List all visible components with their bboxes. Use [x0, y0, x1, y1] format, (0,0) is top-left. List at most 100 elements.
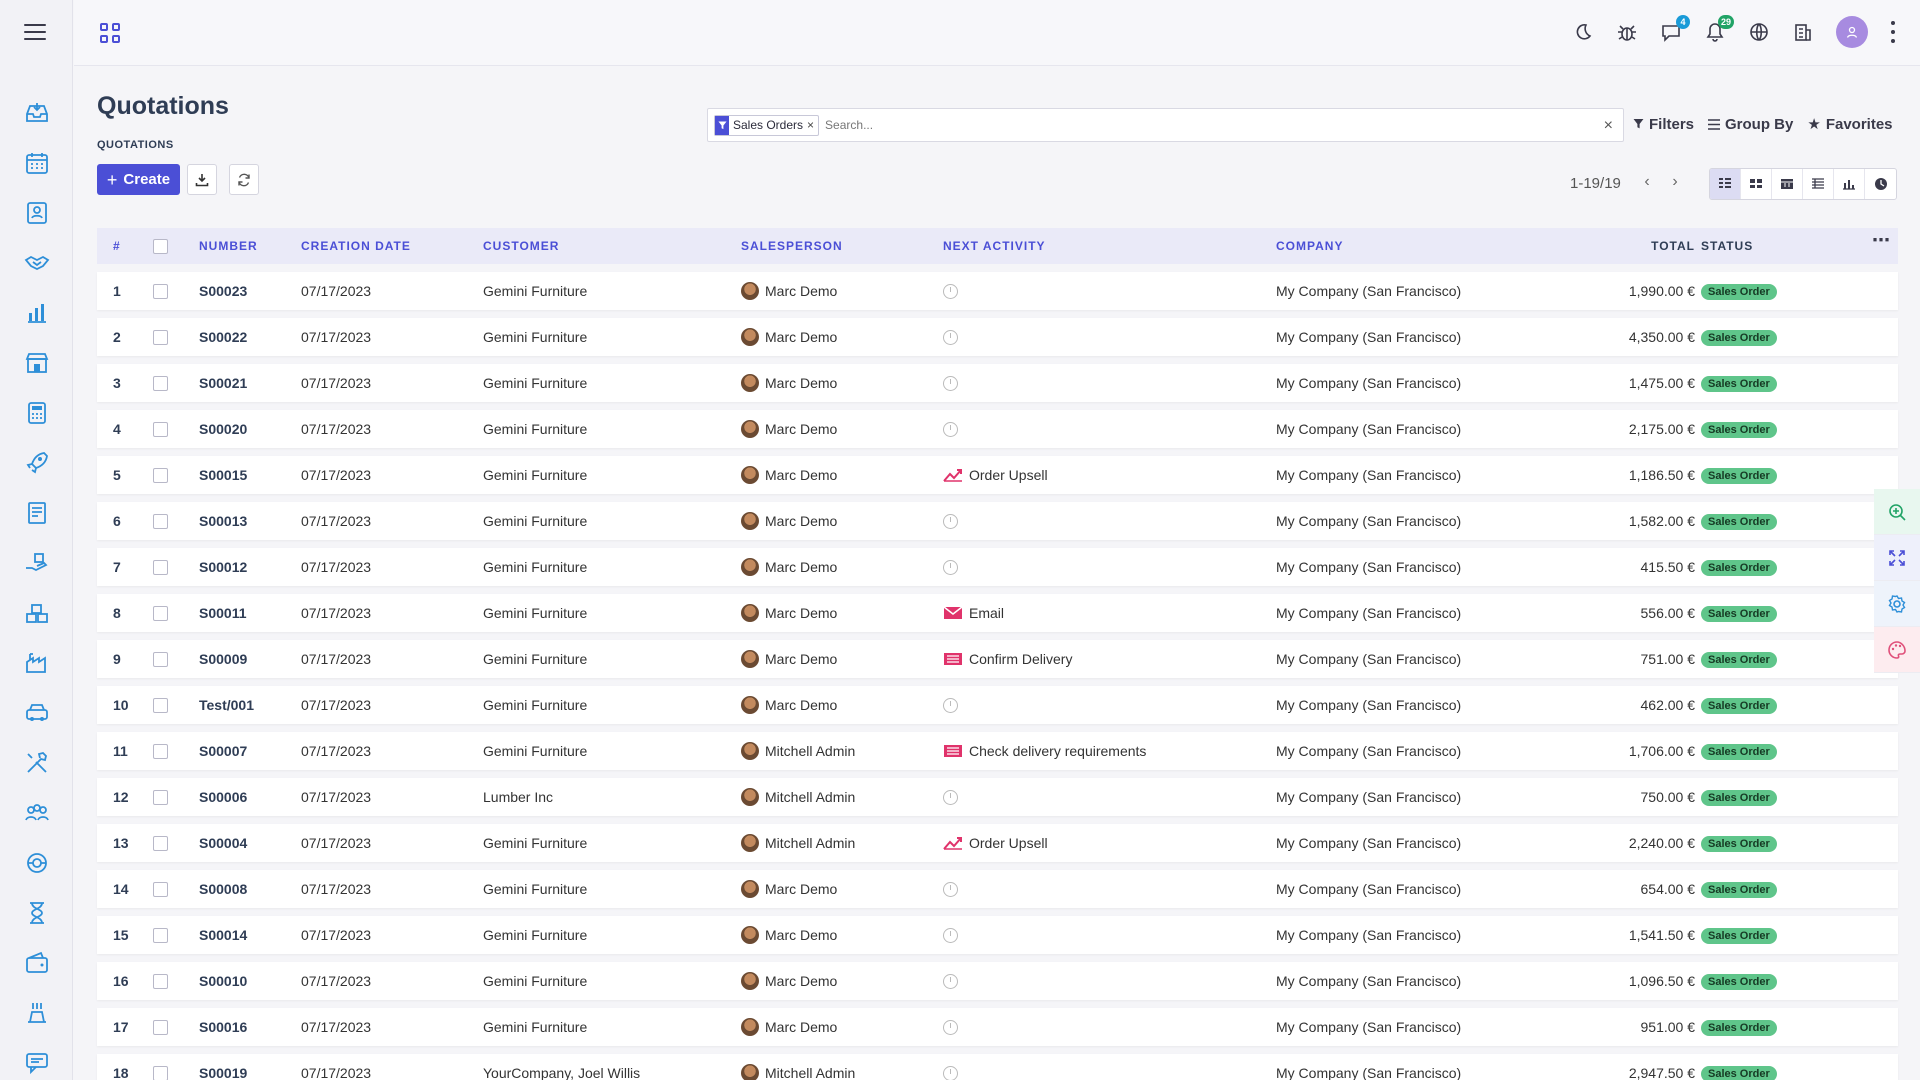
- facet-remove-icon[interactable]: ×: [807, 118, 818, 132]
- group-by-button[interactable]: Group By: [1708, 115, 1793, 133]
- sidebar-item[interactable]: [0, 288, 73, 338]
- clock-icon[interactable]: [943, 1019, 958, 1035]
- list-view-icon[interactable]: [1710, 169, 1741, 199]
- table-row[interactable]: 1 S00023 07/17/2023 Gemini Furniture Mar…: [97, 272, 1898, 310]
- clock-icon[interactable]: [943, 559, 958, 575]
- table-row[interactable]: 10 Test/001 07/17/2023 Gemini Furniture …: [97, 686, 1898, 724]
- todo-list-icon[interactable]: [943, 651, 963, 667]
- clock-icon[interactable]: [943, 697, 958, 713]
- table-row[interactable]: 4 S00020 07/17/2023 Gemini Furniture Mar…: [97, 410, 1898, 448]
- sidebar-item[interactable]: [0, 388, 73, 438]
- sidebar-item[interactable]: [0, 238, 73, 288]
- sidebar-item[interactable]: [0, 688, 73, 738]
- row-checkbox[interactable]: [153, 559, 168, 575]
- sidebar-item[interactable]: [0, 438, 73, 488]
- search-input[interactable]: [825, 118, 1596, 132]
- debug-bug-icon[interactable]: [1616, 21, 1638, 43]
- row-checkbox[interactable]: [153, 375, 168, 391]
- row-checkbox[interactable]: [153, 881, 168, 897]
- sidebar-item[interactable]: [0, 738, 73, 788]
- row-checkbox[interactable]: [153, 973, 168, 989]
- theme-palette-icon[interactable]: [1874, 627, 1920, 673]
- sidebar-item[interactable]: [0, 338, 73, 388]
- sidebar-item[interactable]: [0, 1038, 73, 1080]
- table-row[interactable]: 17 S00016 07/17/2023 Gemini Furniture Ma…: [97, 1008, 1898, 1046]
- todo-list-icon[interactable]: [943, 743, 963, 759]
- email-icon[interactable]: [943, 605, 963, 621]
- kebab-menu-icon[interactable]: [1890, 21, 1896, 43]
- clock-icon[interactable]: [943, 973, 958, 989]
- sidebar-item[interactable]: [0, 138, 73, 188]
- clock-icon[interactable]: [943, 881, 958, 897]
- kanban-view-icon[interactable]: [1741, 169, 1772, 199]
- clock-icon[interactable]: [943, 927, 958, 943]
- sidebar-item[interactable]: [0, 188, 73, 238]
- clock-icon[interactable]: [943, 421, 958, 437]
- sidebar-item[interactable]: [0, 988, 73, 1038]
- zoom-in-icon[interactable]: [1874, 489, 1920, 535]
- table-row[interactable]: 3 S00021 07/17/2023 Gemini Furniture Mar…: [97, 364, 1898, 402]
- clock-icon[interactable]: [943, 375, 958, 391]
- hamburger-menu-icon[interactable]: [24, 24, 46, 42]
- row-checkbox[interactable]: [153, 697, 168, 713]
- sidebar-item[interactable]: [0, 538, 73, 588]
- clock-icon[interactable]: [943, 329, 958, 345]
- language-globe-icon[interactable]: [1748, 21, 1770, 43]
- optional-columns-icon[interactable]: ⋯: [1872, 230, 1890, 251]
- row-checkbox[interactable]: [153, 789, 168, 805]
- table-row[interactable]: 2 S00022 07/17/2023 Gemini Furniture Mar…: [97, 318, 1898, 356]
- table-row[interactable]: 13 S00004 07/17/2023 Gemini Furniture Mi…: [97, 824, 1898, 862]
- col-header-number[interactable]: NUMBER: [199, 239, 301, 253]
- row-checkbox[interactable]: [153, 1065, 168, 1080]
- col-header-total[interactable]: TOTAL: [1586, 239, 1701, 253]
- apps-grid-icon[interactable]: [100, 23, 120, 43]
- search-clear-icon[interactable]: ×: [1604, 117, 1613, 135]
- col-header-status[interactable]: STATUS: [1701, 239, 1811, 253]
- settings-gear-icon[interactable]: [1874, 581, 1920, 627]
- row-checkbox[interactable]: [153, 283, 168, 299]
- chevron-left-icon[interactable]: ‹: [1640, 172, 1654, 192]
- dark-mode-moon-icon[interactable]: [1572, 21, 1594, 43]
- filters-button[interactable]: Filters: [1633, 115, 1694, 133]
- col-header-salesperson[interactable]: SALESPERSON: [741, 239, 943, 253]
- select-all-checkbox[interactable]: [153, 238, 168, 254]
- calendar-view-icon[interactable]: [1772, 169, 1803, 199]
- table-row[interactable]: 16 S00010 07/17/2023 Gemini Furniture Ma…: [97, 962, 1898, 1000]
- col-header-company[interactable]: COMPANY: [1276, 239, 1586, 253]
- company-building-icon[interactable]: [1792, 21, 1814, 43]
- sidebar-item[interactable]: [0, 788, 73, 838]
- row-checkbox[interactable]: [153, 513, 168, 529]
- sidebar-item[interactable]: [0, 88, 73, 138]
- clock-icon[interactable]: [943, 1065, 958, 1080]
- table-row[interactable]: 6 S00013 07/17/2023 Gemini Furniture Mar…: [97, 502, 1898, 540]
- table-row[interactable]: 7 S00012 07/17/2023 Gemini Furniture Mar…: [97, 548, 1898, 586]
- row-checkbox[interactable]: [153, 743, 168, 759]
- col-header-customer[interactable]: CUSTOMER: [483, 239, 741, 253]
- table-row[interactable]: 5 S00015 07/17/2023 Gemini Furniture Mar…: [97, 456, 1898, 494]
- row-checkbox[interactable]: [153, 467, 168, 483]
- pivot-view-icon[interactable]: [1803, 169, 1834, 199]
- col-header-creation-date[interactable]: CREATION DATE: [301, 239, 483, 253]
- trend-up-icon[interactable]: [943, 835, 963, 851]
- row-checkbox[interactable]: [153, 329, 168, 345]
- sidebar-item[interactable]: [0, 938, 73, 988]
- sidebar-item[interactable]: [0, 838, 73, 888]
- table-row[interactable]: 18 S00019 07/17/2023 YourCompany, Joel W…: [97, 1054, 1898, 1080]
- table-row[interactable]: 9 S00009 07/17/2023 Gemini Furniture Mar…: [97, 640, 1898, 678]
- row-checkbox[interactable]: [153, 651, 168, 667]
- table-row[interactable]: 12 S00006 07/17/2023 Lumber Inc Mitchell…: [97, 778, 1898, 816]
- row-checkbox[interactable]: [153, 605, 168, 621]
- table-row[interactable]: 11 S00007 07/17/2023 Gemini Furniture Mi…: [97, 732, 1898, 770]
- refresh-button[interactable]: [229, 164, 259, 195]
- create-button[interactable]: + Create: [97, 164, 180, 195]
- clock-icon[interactable]: [943, 513, 958, 529]
- sidebar-item[interactable]: [0, 488, 73, 538]
- pager-value[interactable]: 1-19/19: [1570, 175, 1621, 192]
- fullscreen-expand-icon[interactable]: [1874, 535, 1920, 581]
- trend-up-icon[interactable]: [943, 467, 963, 483]
- messages-chat-icon[interactable]: 4: [1660, 15, 1690, 43]
- favorites-button[interactable]: ★ Favorites: [1807, 115, 1892, 134]
- clock-icon[interactable]: [943, 283, 958, 299]
- sidebar-item[interactable]: [0, 588, 73, 638]
- sidebar-item[interactable]: [0, 638, 73, 688]
